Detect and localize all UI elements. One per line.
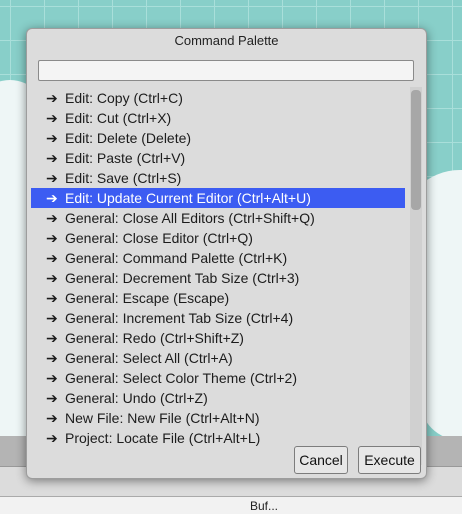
command-label: General: Undo (Ctrl+Z) [65,390,208,406]
command-label: General: Close Editor (Ctrl+Q) [65,230,253,246]
command-item[interactable]: ➔ Edit: Update Current Editor (Ctrl+Alt+U… [31,188,405,208]
arrow-right-icon: ➔ [46,270,58,286]
command-item[interactable]: ➔ General: Close Editor (Ctrl+Q) [31,228,405,248]
arrow-right-icon: ➔ [46,310,58,326]
command-label: General: Select All (Ctrl+A) [65,350,233,366]
command-item[interactable]: ➔ General: Close All Editors (Ctrl+Shift+… [31,208,405,228]
arrow-right-icon: ➔ [46,330,58,346]
arrow-right-icon: ➔ [46,130,58,146]
command-label: General: Select Color Theme (Ctrl+2) [65,370,297,386]
arrow-right-icon: ➔ [46,170,58,186]
scrollbar-thumb[interactable] [411,90,421,210]
command-label: Edit: Paste (Ctrl+V) [65,150,186,166]
arrow-right-icon: ➔ [46,350,58,366]
command-item[interactable]: ➔ Edit: Save (Ctrl+S) [31,168,405,188]
cancel-button[interactable]: Cancel [294,446,348,474]
background-status-text: Buf... [250,499,279,513]
command-item[interactable]: ➔ General: Increment Tab Size (Ctrl+4) [31,308,405,328]
command-item[interactable]: ➔ Edit: Copy (Ctrl+C) [31,88,405,108]
arrow-right-icon: ➔ [46,230,58,246]
command-list[interactable]: ➔ Project: Locate File (Ctrl+Alt+L) ➔ New F… [31,87,423,465]
command-item[interactable]: ➔ General: Command Palette (Ctrl+K) [31,248,405,268]
command-item[interactable]: ➔ General: Select All (Ctrl+A) [31,348,405,368]
arrow-right-icon: ➔ [46,370,58,386]
command-palette-dialog: Command Palette ➔ Project: Locate File (C… [26,28,427,479]
arrow-right-icon: ➔ [46,110,58,126]
arrow-right-icon: ➔ [46,90,58,106]
command-search-input[interactable] [38,60,414,81]
dialog-title: Command Palette [174,33,279,48]
command-label: Edit: Cut (Ctrl+X) [65,110,172,126]
command-label: Edit: Update Current Editor (Ctrl+Alt+U) [65,190,311,206]
command-label: General: Escape (Escape) [65,290,230,306]
arrow-right-icon: ➔ [46,390,58,406]
command-item[interactable]: ➔ Project: Locate File (Ctrl+Alt+L) [31,428,405,448]
command-label: Edit: Copy (Ctrl+C) [65,90,183,106]
command-item[interactable]: ➔ Edit: Cut (Ctrl+X) [31,108,405,128]
command-item[interactable]: ➔ New File: New File (Ctrl+Alt+N) [31,408,405,428]
command-label: General: Decrement Tab Size (Ctrl+3) [65,270,300,286]
command-label: Project: Locate File (Ctrl+Alt+L) [65,430,261,446]
command-label: Edit: Save (Ctrl+S) [65,170,182,186]
command-item[interactable]: ➔ Edit: Delete (Delete) [31,128,405,148]
command-label: General: Redo (Ctrl+Shift+Z) [65,330,244,346]
arrow-right-icon: ➔ [46,190,58,206]
command-label: General: Close All Editors (Ctrl+Shift+Q… [65,210,315,226]
arrow-right-icon: ➔ [46,210,58,226]
command-label: General: Command Palette (Ctrl+K) [65,250,288,266]
command-label: General: Increment Tab Size (Ctrl+4) [65,310,294,326]
command-item[interactable]: ➔ General: Escape (Escape) [31,288,405,308]
command-item[interactable]: ➔ General: Redo (Ctrl+Shift+Z) [31,328,405,348]
command-item[interactable]: ➔ General: Select Color Theme (Ctrl+2) [31,368,405,388]
command-item[interactable]: ➔ General: Undo (Ctrl+Z) [31,388,405,408]
arrow-right-icon: ➔ [46,430,58,446]
command-item[interactable]: ➔ General: Decrement Tab Size (Ctrl+3) [31,268,405,288]
arrow-right-icon: ➔ [46,290,58,306]
command-label: Edit: Delete (Delete) [65,130,192,146]
arrow-right-icon: ➔ [46,410,58,426]
background-status-bar: Buf... [0,496,462,514]
arrow-right-icon: ➔ [46,250,58,266]
command-item[interactable]: ➔ Edit: Paste (Ctrl+V) [31,148,405,168]
execute-button[interactable]: Execute [358,446,421,474]
arrow-right-icon: ➔ [46,150,58,166]
command-label: New File: New File (Ctrl+Alt+N) [65,410,260,426]
